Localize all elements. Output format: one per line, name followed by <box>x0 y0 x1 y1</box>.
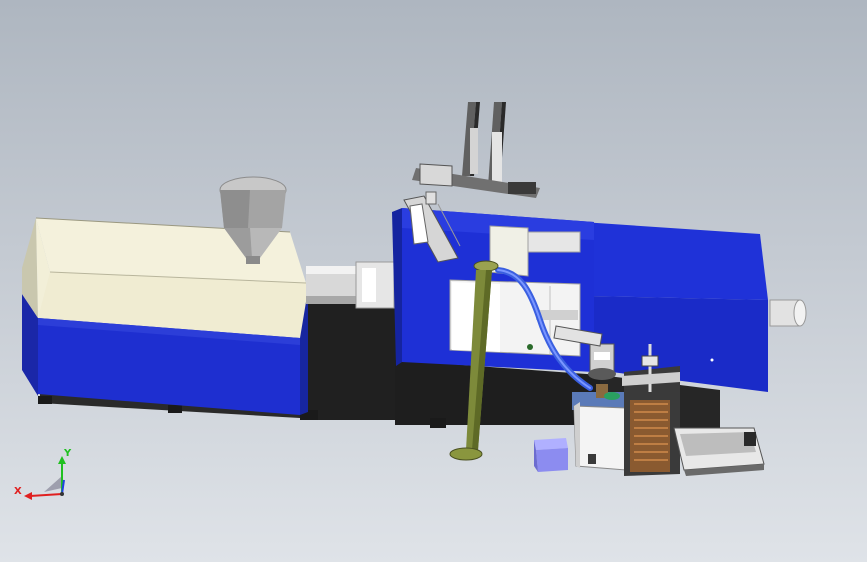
end-fixture[interactable] <box>673 427 765 476</box>
triad-y-label: Y <box>63 448 72 459</box>
collection-bin[interactable] <box>534 438 568 472</box>
graphics-viewport[interactable]: Y X <box>0 0 867 562</box>
barrel-cylinder[interactable] <box>306 261 395 309</box>
triad-x-label: X <box>14 486 22 497</box>
coordinate-triad-icon: Y X <box>14 448 72 500</box>
assembly-model[interactable]: Y X <box>0 0 867 562</box>
